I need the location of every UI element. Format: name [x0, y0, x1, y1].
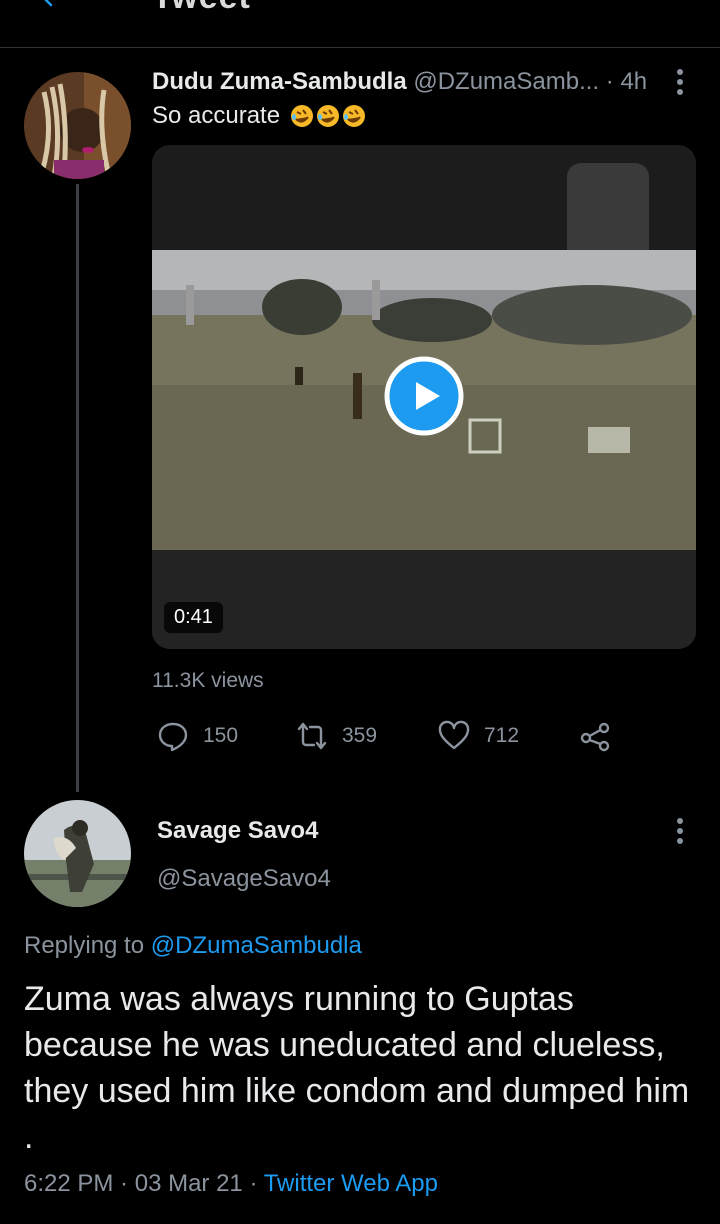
- author-handle[interactable]: @DZumaSamb...: [413, 68, 599, 95]
- reply-button[interactable]: 150: [157, 718, 238, 754]
- reply-author-handle[interactable]: @SavageSavo4: [157, 865, 331, 893]
- tweet-text: So accurate: [152, 102, 366, 130]
- replying-to-mention[interactable]: @DZumaSambudla: [151, 932, 362, 959]
- more-options-icon[interactable]: [676, 68, 684, 96]
- reply-count: 150: [203, 724, 239, 747]
- video-duration: 0:41: [164, 602, 223, 633]
- like-count: 712: [484, 724, 520, 747]
- tweet-author-line: Dudu Zuma-Sambudla @DZumaSamb... · 4h: [152, 68, 647, 96]
- tweet-meta: 6:22 PM · 03 Mar 21 · Twitter Web App: [24, 1170, 438, 1198]
- heart-icon: [438, 720, 470, 750]
- reply-text: Zuma was always running to Guptas becaus…: [24, 980, 690, 1156]
- like-button[interactable]: 712: [438, 718, 519, 754]
- rolling-laughing-emoji-icon: [317, 105, 340, 127]
- reply-icon: [158, 722, 188, 752]
- tweet-text-content: So accurate: [152, 102, 281, 129]
- author-name[interactable]: Dudu Zuma-Sambudla: [152, 68, 407, 95]
- retweet-icon: [297, 722, 327, 750]
- top-bar: Tweet: [0, 0, 720, 48]
- tweet-source-link[interactable]: Twitter Web App: [264, 1170, 438, 1197]
- retweet-count: 359: [342, 724, 378, 747]
- separator-dot: ·: [605, 68, 614, 95]
- share-icon: [580, 722, 610, 752]
- retweet-button[interactable]: 359: [296, 718, 377, 754]
- tweet-date: 03 Mar 21: [134, 1170, 243, 1197]
- tweet-time[interactable]: 4h: [620, 68, 647, 95]
- share-button[interactable]: [579, 718, 611, 754]
- thread-line: [76, 184, 79, 792]
- rolling-laughing-emoji-icon: [343, 105, 366, 127]
- avatar[interactable]: [24, 72, 131, 179]
- video-player[interactable]: 0:41: [152, 145, 696, 649]
- rolling-laughing-emoji-icon: [291, 105, 314, 127]
- play-icon[interactable]: [384, 356, 464, 436]
- tweet-timestamp: 6:22 PM: [24, 1170, 114, 1197]
- view-count: 11.3K views: [152, 669, 264, 692]
- back-arrow-icon[interactable]: [40, 0, 64, 10]
- more-options-icon[interactable]: [676, 817, 684, 845]
- reply-author-name[interactable]: Savage Savo4: [157, 817, 318, 845]
- replying-to-label: Replying to: [24, 932, 151, 959]
- page-title: Tweet: [152, 0, 251, 17]
- separator-dot: ·: [242, 1170, 264, 1197]
- separator-dot: ·: [113, 1170, 135, 1197]
- replying-to-line: Replying to @DZumaSambudla: [24, 932, 362, 960]
- avatar[interactable]: [24, 800, 131, 907]
